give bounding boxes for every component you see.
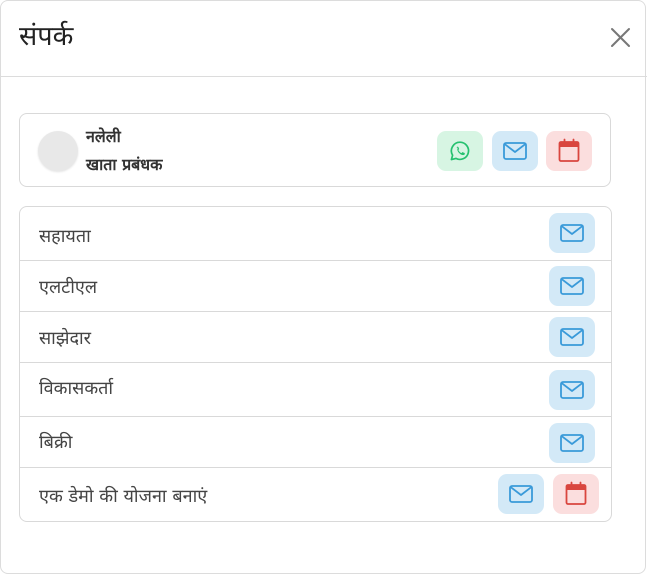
mail-icon xyxy=(560,224,584,242)
close-icon xyxy=(611,28,630,47)
mail-icon xyxy=(560,277,584,295)
support-email-button[interactable] xyxy=(549,213,595,253)
modal-title: संपर्क xyxy=(19,21,74,52)
list-item-ltl: एलटीएल xyxy=(20,261,611,312)
list-item-demo: एक डेमो की योजना बनाएं xyxy=(20,468,611,521)
partner-email-button[interactable] xyxy=(549,317,595,357)
list-item-label: बिक्री xyxy=(39,432,73,453)
mail-icon xyxy=(509,485,533,503)
schedule-button[interactable] xyxy=(546,131,592,171)
departments-list: सहायता एलटीएल साझेदार विकासकर्ता बिक्री … xyxy=(19,206,612,522)
account-manager-card: नलेली खाता प्रबंधक xyxy=(19,113,611,187)
demo-schedule-button[interactable] xyxy=(553,474,599,514)
sales-email-button[interactable] xyxy=(549,423,595,463)
mail-icon xyxy=(560,328,584,346)
mail-icon xyxy=(560,381,584,399)
mail-icon xyxy=(560,434,584,452)
list-item-label: एलटीएल xyxy=(39,277,98,298)
calendar-icon xyxy=(565,481,587,505)
list-item-sales: बिक्री xyxy=(20,417,611,468)
modal-header: संपर्क xyxy=(1,1,647,77)
demo-email-button[interactable] xyxy=(498,474,544,514)
contact-name: नलेली xyxy=(86,127,121,146)
whatsapp-button[interactable] xyxy=(437,131,483,171)
list-item-support: सहायता xyxy=(20,207,611,261)
contact-modal: संपर्क नलेली खाता प्रबंधक सहायता एलटीएल … xyxy=(0,0,647,574)
developer-email-button[interactable] xyxy=(549,370,595,410)
list-item-label: एक डेमो की योजना बनाएं xyxy=(39,486,208,507)
list-item-label: साझेदार xyxy=(39,328,92,349)
whatsapp-icon xyxy=(450,141,470,161)
list-item-label: विकासकर्ता xyxy=(39,378,114,399)
mail-icon xyxy=(503,142,527,160)
contact-role: खाता प्रबंधक xyxy=(86,155,163,174)
calendar-icon xyxy=(558,138,580,162)
email-button[interactable] xyxy=(492,131,538,171)
list-item-partner: साझेदार xyxy=(20,312,611,363)
list-item-developer: विकासकर्ता xyxy=(20,363,611,417)
ltl-email-button[interactable] xyxy=(549,266,595,306)
avatar xyxy=(38,131,78,171)
list-item-label: सहायता xyxy=(39,226,91,247)
close-button[interactable] xyxy=(607,24,635,52)
